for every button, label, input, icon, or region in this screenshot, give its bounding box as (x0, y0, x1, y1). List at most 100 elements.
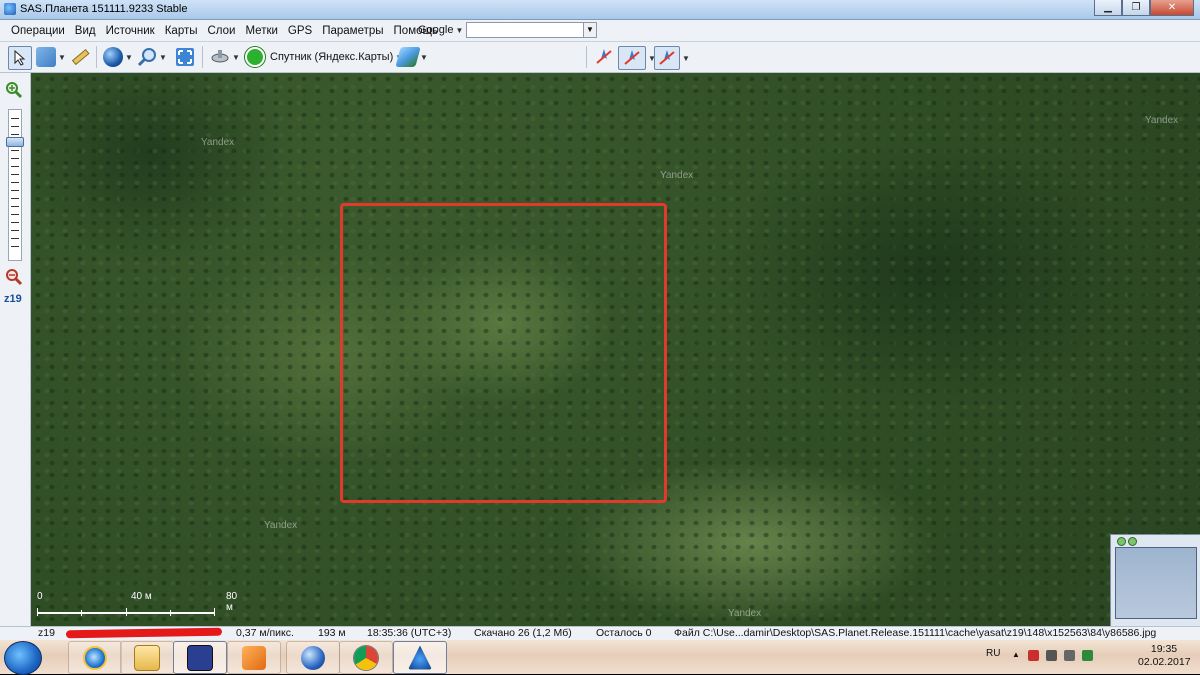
status-time: 18:35:36 (UTC+3) (367, 627, 452, 639)
tray-expand-icon[interactable]: ▲ (1012, 650, 1023, 661)
refresh-button[interactable] (245, 46, 265, 68)
media-player-icon (242, 645, 266, 670)
minimap-zoom-out-icon[interactable] (1128, 537, 1137, 546)
zoom-panel: z19 (0, 73, 31, 626)
menu-operations[interactable]: Операции (6, 25, 70, 37)
menu-gps[interactable]: GPS (283, 25, 317, 37)
ruler-icon (71, 48, 90, 66)
taskbar-media-player[interactable] (227, 641, 281, 674)
map-watermark: Yandex (660, 170, 694, 181)
maximize-button[interactable]: ❐ (1122, 0, 1150, 16)
toolbar: ▼ ▼ ▼ ▼ Спутник (Яндекс.Карты)▼ ▼ ▼ ▼ (0, 42, 1200, 73)
taskbar-ie[interactable] (68, 641, 122, 674)
status-altitude: 193 м (318, 627, 346, 639)
status-bar: z19 0,37 м/пикс. 193 м 18:35:36 (UTC+3) … (0, 626, 1200, 641)
menu-layers[interactable]: Слои (203, 25, 241, 37)
menu-bar: Операции Вид Источник Карты Слои Метки G… (0, 20, 1200, 42)
selection-rectangle[interactable] (340, 203, 667, 503)
zoom-level-label: z19 (4, 293, 22, 305)
map-source-label: Спутник (Яндекс.Карты) (270, 51, 394, 63)
close-button[interactable]: ✕ (1150, 0, 1194, 16)
chrome-icon (354, 645, 378, 670)
explorer-icon (134, 644, 160, 671)
zoom-in-icon (6, 82, 23, 99)
map-type-icon (395, 47, 421, 67)
zoom-slider[interactable] (8, 109, 22, 261)
minimap-viewport[interactable] (1115, 547, 1197, 619)
google-earth-icon (301, 645, 325, 670)
ruler-tool-button[interactable] (70, 46, 90, 68)
taskbar-explorer[interactable] (120, 641, 174, 674)
mini-map[interactable] (1110, 534, 1200, 626)
minimap-zoom-in-icon[interactable] (1117, 537, 1126, 546)
search-input[interactable] (466, 22, 584, 38)
clock-date: 02.02.2017 (1138, 656, 1191, 668)
menu-maps[interactable]: Карты (160, 25, 203, 37)
layers-tool-button[interactable]: ▼ (36, 46, 66, 68)
zoom-slider-thumb[interactable] (6, 137, 24, 147)
satellite-tool-button[interactable]: ▼ (210, 46, 240, 68)
scale-bar: 0 40 м 80 м (37, 588, 237, 622)
taskbar-sas-planet[interactable] (393, 641, 447, 674)
geocoder-selected: Google (418, 24, 454, 36)
gps-icon (659, 50, 675, 65)
clock[interactable]: 19:35 02.02.2017 (1138, 643, 1191, 669)
zoom-in-button[interactable] (5, 81, 23, 102)
menu-source[interactable]: Источник (101, 25, 160, 37)
menu-view[interactable]: Вид (70, 25, 101, 37)
map-type-button[interactable]: ▼ (395, 46, 428, 68)
status-resolution: 0,37 м/пикс. (236, 627, 294, 639)
map-watermark: Yandex (264, 520, 298, 531)
search-dropdown-button[interactable]: ▼ (583, 22, 597, 38)
sas-planet-icon (408, 645, 432, 670)
volume-icon[interactable] (1064, 650, 1075, 661)
status-downloaded: Скачано 26 (1,2 Мб) (474, 627, 572, 639)
globe-icon (103, 47, 123, 67)
app-icon (4, 3, 16, 15)
status-remaining: Осталось 0 (596, 627, 652, 639)
gps-tool-button-2[interactable] (618, 46, 646, 70)
map-watermark: Yandex (728, 608, 762, 619)
fullscreen-button[interactable] (175, 46, 195, 68)
gps-tool-button-3[interactable] (654, 46, 680, 70)
window-title: SAS.Планета 151111.9233 Stable (20, 3, 188, 15)
zoom-out-icon (6, 269, 23, 286)
map-view[interactable]: Yandex Yandex Yandex Yandex Yandex 0 40 … (31, 73, 1200, 626)
start-button[interactable] (4, 641, 42, 675)
zoom-tool-button[interactable]: ▼ (137, 46, 167, 68)
status-file-path: Файл C:\Use...damir\Desktop\SAS.Planet.R… (674, 627, 1157, 639)
fullscreen-icon (176, 48, 194, 66)
globe-tool-button[interactable]: ▼ (103, 46, 133, 68)
status-zoom: z19 (38, 627, 55, 639)
taskbar-google-earth[interactable] (286, 641, 340, 674)
device-icon[interactable] (1046, 650, 1057, 661)
cursor-tool-button[interactable] (8, 46, 32, 70)
system-tray: RU ▲ 19:35 02.02.2017 (986, 640, 1196, 674)
chevron-down-icon: ▼ (455, 25, 464, 35)
scale-label-zero: 0 (37, 591, 43, 602)
geocoder-select[interactable]: Google ▼ (414, 22, 468, 38)
menu-settings[interactable]: Параметры (317, 25, 388, 37)
scale-label-mid: 40 м (131, 591, 152, 602)
network-icon[interactable] (1082, 650, 1093, 661)
title-bar: SAS.Планета 151111.9233 Stable ▁ ❐ ✕ (0, 0, 1200, 20)
cursor-icon (14, 50, 26, 66)
satellite-icon (211, 50, 229, 63)
taskbar-save[interactable] (173, 641, 227, 674)
map-watermark: Yandex (201, 137, 235, 148)
zoom-out-button[interactable] (5, 268, 23, 289)
scale-label-end: 80 м (226, 591, 238, 613)
taskbar-chrome[interactable] (339, 641, 393, 674)
action-center-icon[interactable] (1028, 650, 1039, 661)
clock-time: 19:35 (1150, 643, 1178, 655)
menu-marks[interactable]: Метки (240, 25, 282, 37)
map-source-select[interactable]: Спутник (Яндекс.Карты)▼ (270, 46, 403, 68)
minimize-button[interactable]: ▁ (1094, 0, 1122, 16)
redacted-coordinates (65, 627, 223, 639)
magnifier-icon (137, 48, 156, 67)
gps-tool-button-1[interactable] (593, 46, 615, 68)
gps-icon (624, 50, 640, 65)
gps-icon (596, 49, 612, 64)
language-indicator[interactable]: RU (986, 648, 1000, 659)
map-watermark: Yandex (1145, 115, 1179, 126)
